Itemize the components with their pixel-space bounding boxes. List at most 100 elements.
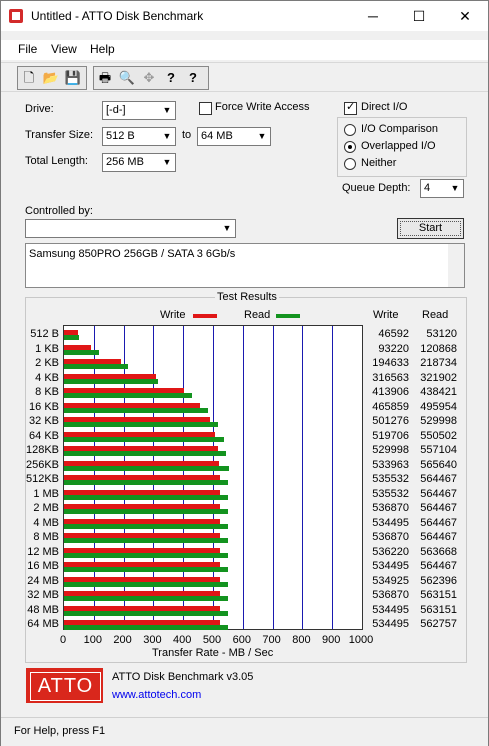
read-bar xyxy=(64,552,229,558)
description-text: Samsung 850PRO 256GB / SATA 3 6Gb/s xyxy=(29,248,236,260)
move-icon[interactable]: ✥ xyxy=(140,69,158,87)
app-window: Untitled - ATTO Disk Benchmark ─ ☐ ✕ Fil… xyxy=(0,0,489,746)
read-bar xyxy=(64,349,100,355)
read-value: 564467 xyxy=(420,487,457,500)
write-value: 534495 xyxy=(372,618,409,630)
direct-io-checkbox[interactable] xyxy=(344,100,357,115)
write-value: 501276 xyxy=(372,415,409,427)
description-scrollbar[interactable] xyxy=(448,244,464,287)
app-version-text: ATTO Disk Benchmark v3.05 xyxy=(112,671,254,683)
print-icon[interactable]: 🖶 xyxy=(96,69,114,87)
status-bar: For Help, press F1 xyxy=(1,717,488,746)
transfer-size-label: 2 KB xyxy=(35,357,59,369)
menu-help[interactable]: Help xyxy=(90,42,115,56)
print-preview-icon[interactable]: 🔍 xyxy=(118,69,136,87)
drive-select[interactable]: [-d-] ▼ xyxy=(102,101,176,120)
transfer-size-label: Transfer Size: xyxy=(25,129,94,141)
write-value: 534495 xyxy=(372,603,409,616)
write-value: 534495 xyxy=(372,516,409,529)
x-axis-label: Transfer Rate - MB / Sec xyxy=(152,647,274,659)
start-button[interactable]: Start xyxy=(397,218,464,239)
neither-radio[interactable] xyxy=(344,158,356,170)
save-icon[interactable]: 💾 xyxy=(64,69,82,87)
drive-label: Drive: xyxy=(25,103,54,115)
x-tick-label: 100 xyxy=(83,634,102,646)
read-value: 563668 xyxy=(420,545,457,558)
total-length-select[interactable]: 256 MB ▼ xyxy=(102,153,176,172)
transfer-size-to-select[interactable]: 64 MB ▼ xyxy=(197,127,271,146)
write-value: 194633 xyxy=(372,357,409,369)
force-write-checkbox[interactable] xyxy=(199,102,212,115)
menu-bar: File View Help xyxy=(1,40,488,60)
read-bar xyxy=(64,625,228,630)
read-value: 321902 xyxy=(420,371,457,384)
open-icon[interactable]: 📂 xyxy=(42,69,60,87)
transfer-size-label: 32 MB xyxy=(27,589,59,601)
x-tick-label: 700 xyxy=(262,634,281,646)
chevron-down-icon: ▼ xyxy=(254,128,270,145)
x-tick-label: 400 xyxy=(173,634,192,646)
read-bar xyxy=(64,335,80,340)
transfer-size-label: 512KB xyxy=(25,473,59,485)
queue-depth-select[interactable]: 4 ▼ xyxy=(420,179,464,198)
toolbar-tools-group: 🖶 🔍 ✥ ? ? xyxy=(93,66,209,90)
transfer-size-label: 512 B xyxy=(30,328,59,340)
close-button[interactable]: ✕ xyxy=(442,1,488,31)
read-bar xyxy=(64,378,158,384)
read-value: 565640 xyxy=(420,458,457,471)
context-help-icon[interactable]: ? xyxy=(184,69,202,87)
read-value: 563151 xyxy=(420,603,457,616)
x-tick-label: 1000 xyxy=(348,634,374,646)
write-column-header: Write xyxy=(373,309,399,321)
drive-value: [-d-] xyxy=(106,104,126,116)
menu-view[interactable]: View xyxy=(51,42,77,56)
maximize-button[interactable]: ☐ xyxy=(396,1,442,31)
chevron-down-icon: ▼ xyxy=(159,128,175,145)
overlapped-io-label: Overlapped I/O xyxy=(361,140,436,152)
legend-read-swatch xyxy=(276,314,300,318)
atto-logo-text: ATTO xyxy=(30,672,101,701)
controlled-by-select[interactable]: ▼ xyxy=(25,219,236,238)
transfer-size-label: 24 MB xyxy=(27,574,59,587)
force-write-label: Force Write Access xyxy=(215,101,310,113)
transfer-size-label: 4 KB xyxy=(35,371,59,384)
overlapped-io-radio[interactable] xyxy=(344,141,356,153)
to-label: to xyxy=(182,129,192,141)
read-bar xyxy=(64,596,228,601)
gridline xyxy=(302,326,303,629)
title-bar[interactable]: Untitled - ATTO Disk Benchmark ─ ☐ ✕ xyxy=(1,1,488,31)
chevron-down-icon: ▼ xyxy=(219,220,235,237)
transfer-size-from-select[interactable]: 512 B ▼ xyxy=(102,127,176,146)
write-value: 93220 xyxy=(378,342,409,355)
description-textarea[interactable]: Samsung 850PRO 256GB / SATA 3 6Gb/s xyxy=(25,243,465,288)
read-value: 564467 xyxy=(420,473,457,485)
transfer-size-label: 32 KB xyxy=(29,415,59,427)
attotech-link[interactable]: www.attotech.com xyxy=(112,689,201,701)
menu-file[interactable]: File xyxy=(18,42,37,56)
write-value: 534495 xyxy=(372,560,409,572)
transfer-size-label: 16 KB xyxy=(29,400,59,413)
legend-read-label: Read xyxy=(244,309,271,321)
transfer-size-label: 1 KB xyxy=(35,342,59,355)
new-icon[interactable]: 🗋 xyxy=(20,69,38,87)
transfer-size-label: 4 MB xyxy=(33,516,59,529)
read-bar xyxy=(64,480,229,485)
read-bar xyxy=(64,494,229,500)
io-comparison-radio[interactable] xyxy=(344,124,356,136)
help-icon[interactable]: ? xyxy=(162,69,180,87)
read-bar xyxy=(64,567,229,572)
read-bar xyxy=(64,436,225,442)
gridline xyxy=(273,326,274,629)
read-value: 529998 xyxy=(420,415,457,427)
transfer-size-label: 64 KB xyxy=(29,429,59,442)
status-text: For Help, press F1 xyxy=(14,725,106,737)
total-length-label: Total Length: xyxy=(25,155,88,167)
chevron-down-icon: ▼ xyxy=(447,180,463,197)
queue-depth-label: Queue Depth: xyxy=(342,182,411,194)
neither-label: Neither xyxy=(361,157,397,169)
read-value: 557104 xyxy=(420,444,457,456)
write-value: 316563 xyxy=(372,371,409,384)
x-tick-label: 500 xyxy=(202,634,222,646)
write-value: 536870 xyxy=(372,502,409,514)
minimize-button[interactable]: ─ xyxy=(350,1,396,31)
